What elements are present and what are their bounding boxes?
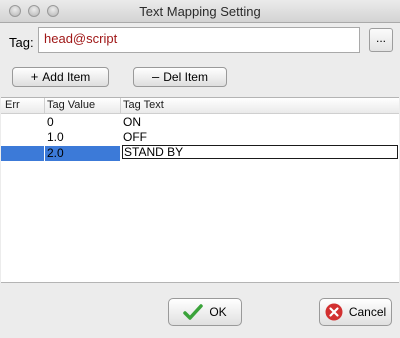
err-cell[interactable]: [1, 115, 44, 130]
ok-label: OK: [209, 305, 227, 319]
table-row[interactable]: 0 ON: [1, 115, 399, 130]
column-divider[interactable]: [120, 98, 121, 113]
err-cell[interactable]: [1, 130, 44, 145]
title-bar: Text Mapping Setting: [0, 0, 400, 23]
column-header-tag-value[interactable]: Tag Value: [47, 99, 95, 111]
del-item-label: Del Item: [163, 70, 208, 84]
ok-button[interactable]: OK: [168, 298, 242, 326]
cancel-button[interactable]: Cancel: [319, 298, 392, 326]
check-icon: [183, 304, 204, 320]
table-row-selected[interactable]: 2.0 STAND BY: [1, 145, 399, 161]
table-header: Err Tag Value Tag Text: [1, 98, 399, 114]
minus-icon: –: [152, 69, 160, 84]
window-title: Text Mapping Setting: [139, 4, 261, 19]
tag-value-cell[interactable]: 2.0: [45, 146, 120, 161]
tag-input[interactable]: head@script: [38, 27, 360, 53]
del-item-button[interactable]: – Del Item: [133, 67, 227, 87]
tag-text-editor[interactable]: STAND BY: [122, 145, 398, 159]
add-item-label: Add Item: [42, 70, 91, 84]
tag-label: Tag:: [9, 35, 34, 50]
browse-button[interactable]: ...: [369, 28, 393, 52]
column-header-err[interactable]: Err: [5, 99, 20, 111]
add-item-button[interactable]: + Add Item: [12, 67, 109, 87]
cancel-label: Cancel: [348, 305, 387, 319]
err-cell[interactable]: [1, 146, 44, 161]
text-mapping-dialog: Text Mapping Setting Tag: head@script ..…: [0, 0, 400, 338]
table-row[interactable]: 1.0 OFF: [1, 130, 399, 145]
tag-value-cell[interactable]: 1.0: [47, 130, 120, 145]
tag-text-cell[interactable]: ON: [123, 115, 393, 130]
mapping-table[interactable]: Err Tag Value Tag Text 0 ON 1.0 OFF 2.0 …: [1, 97, 399, 283]
cancel-icon: [325, 303, 343, 321]
column-header-tag-text[interactable]: Tag Text: [123, 99, 164, 111]
tag-text-cell[interactable]: OFF: [123, 130, 393, 145]
plus-icon: +: [30, 69, 39, 84]
tag-value-cell[interactable]: 0: [47, 115, 120, 130]
column-divider[interactable]: [44, 98, 45, 113]
